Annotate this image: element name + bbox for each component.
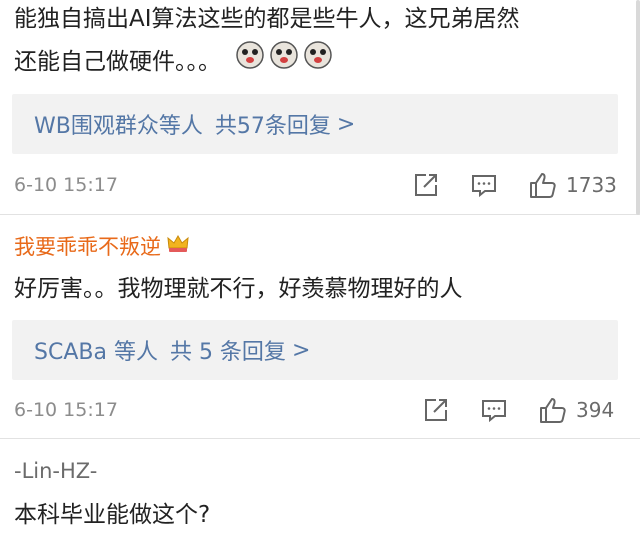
comment-1-meta: 6-10 15:17 1733 [14, 165, 617, 205]
comment-icon [472, 175, 496, 198]
comment-1-line-2-text: 还能自己做硬件。。。 [14, 49, 221, 75]
username-text: 我要乖乖不叛逆 [14, 235, 161, 259]
comment-2-username[interactable]: 我要乖乖不叛逆 [14, 230, 191, 264]
reply-names: SCABa 等人 [34, 340, 158, 365]
share-button[interactable] [412, 171, 440, 199]
share-button[interactable] [422, 396, 450, 424]
doge-emoji [235, 40, 265, 84]
like-count: 394 [576, 398, 615, 422]
doge-emoji [269, 40, 299, 84]
like-count: 1733 [566, 173, 617, 197]
chevron-right-icon: > [291, 337, 311, 363]
timestamp: 6-10 15:17 [14, 174, 118, 196]
share-icon [415, 174, 437, 196]
doge-emoji [303, 40, 333, 84]
comment-2-text: 好厉害。。我物理就不行，好羡慕物理好的人 [14, 276, 463, 302]
thumbs-up-icon [530, 173, 556, 198]
thumbs-up-icon [540, 398, 566, 423]
comment-1-line-1: 能独自搞出AI算法这些的都是些牛人，这兄弟居然 [14, 6, 520, 32]
like-button[interactable]: 394 [538, 395, 614, 425]
scrollbar[interactable] [636, 0, 640, 215]
divider [0, 214, 640, 215]
timestamp: 6-10 15:17 [14, 399, 118, 421]
like-button[interactable]: 1733 [528, 170, 617, 200]
divider [0, 438, 640, 439]
comment-1-replies-link[interactable]: WB围观群众等人 共57条回复 > [12, 94, 618, 154]
reply-names: WB围观群众等人 [34, 114, 203, 139]
comment-1-line-2: 还能自己做硬件。。。 [14, 40, 574, 84]
comment-1-text: 能独自搞出AI算法这些的都是些牛人，这兄弟居然 还能自己做硬件。。。 [14, 0, 574, 84]
chevron-right-icon: > [336, 111, 356, 137]
comment-icon [482, 400, 506, 423]
crown-badge-icon [165, 230, 191, 264]
comment-button[interactable] [480, 396, 508, 424]
reply-count: 共 5 条回复 [169, 340, 286, 365]
comment-button[interactable] [470, 171, 498, 199]
username-text: -Lin-HZ- [14, 459, 98, 483]
comment-2-replies-link[interactable]: SCABa 等人 共 5 条回复 > [12, 320, 618, 380]
reply-count: 共57条回复 [214, 114, 331, 139]
comment-2-meta: 6-10 15:17 394 [14, 390, 614, 430]
share-icon [425, 399, 447, 421]
comment-3-username[interactable]: -Lin-HZ- [14, 456, 97, 486]
comment-3-text: 本科毕业能做这个? [14, 502, 211, 528]
